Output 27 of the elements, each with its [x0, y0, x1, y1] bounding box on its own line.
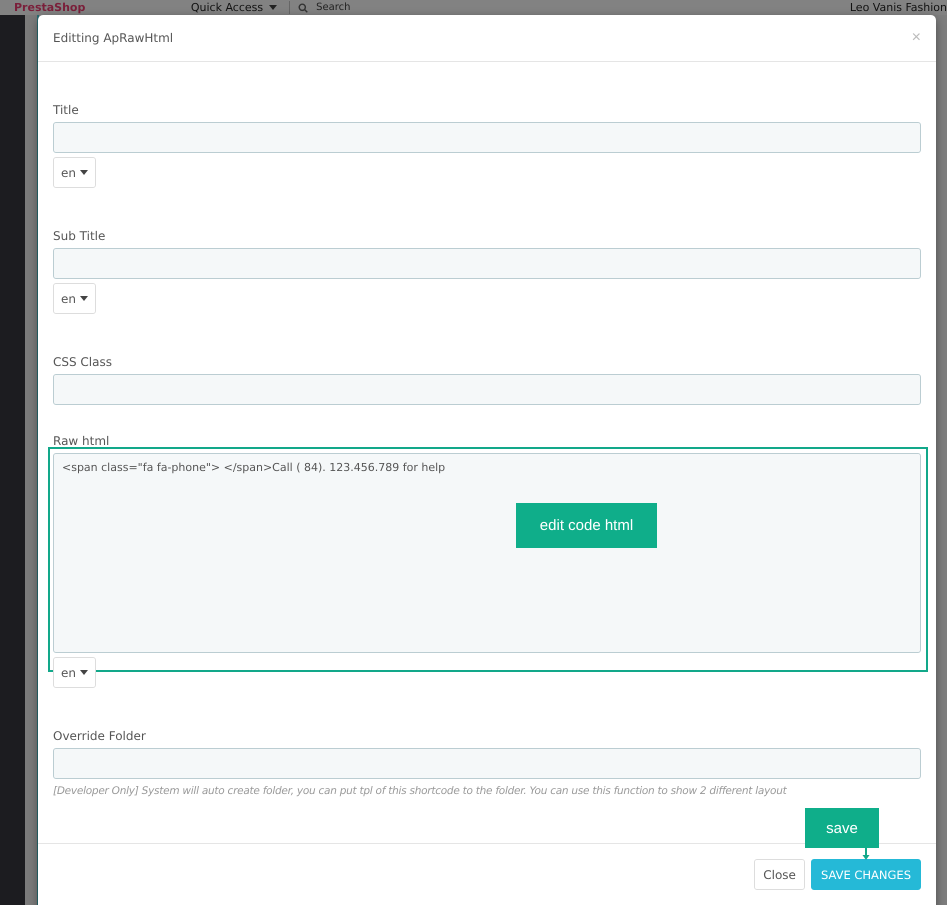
logo-text: PrestaShop	[14, 1, 86, 14]
close-button[interactable]: Close	[754, 859, 805, 890]
language-dropdown[interactable]: en	[53, 283, 96, 314]
search-field[interactable]: Search	[316, 2, 416, 14]
modal-title: Editting ApRawHtml	[53, 31, 174, 45]
text-field[interactable]	[53, 122, 921, 153]
field-label: CSS Class	[53, 354, 112, 371]
caret-icon	[80, 170, 88, 175]
callout-label: save	[805, 808, 879, 848]
field-label: Title	[53, 102, 79, 119]
help-text: [Developer Only] System will auto create folder, you can put tpl of this shortcode to the folder. You can use this function to show 2 different layout	[53, 785, 787, 797]
caret-icon	[80, 670, 88, 675]
language-dropdown[interactable]: en	[53, 657, 96, 688]
language-dropdown[interactable]: en	[53, 157, 96, 188]
field-label: Raw html	[53, 433, 110, 450]
caret-icon	[269, 5, 278, 10]
shop-name: Leo Vanis Fashion	[850, 1, 947, 14]
field-label: Override Folder	[53, 728, 146, 745]
callout-label: edit code html	[516, 503, 657, 548]
arrow-icon	[862, 848, 870, 860]
text-field[interactable]	[53, 248, 921, 279]
search-icon	[298, 2, 308, 12]
quick-access-menu[interactable]: Quick Access	[190, 1, 278, 14]
caret-icon	[80, 296, 88, 301]
text-field[interactable]	[53, 748, 921, 779]
text-field[interactable]	[53, 374, 921, 405]
field-label: Sub Title	[53, 228, 106, 245]
